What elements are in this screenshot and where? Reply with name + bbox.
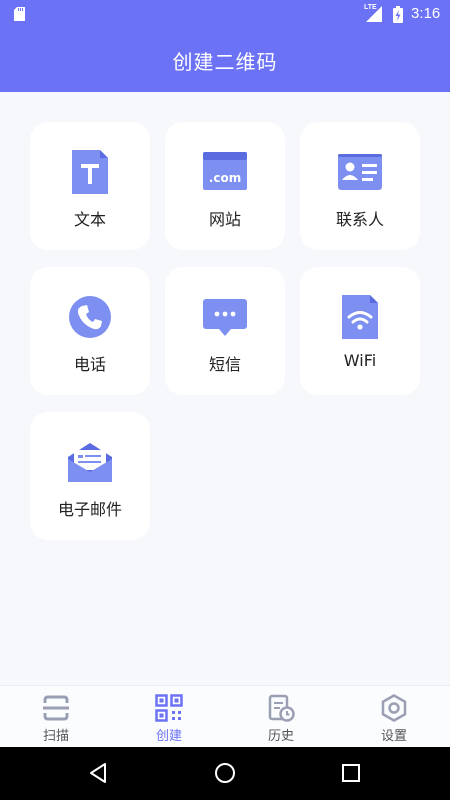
text-file-icon — [72, 150, 108, 194]
email-icon — [68, 443, 112, 482]
home-icon[interactable] — [213, 761, 237, 785]
website-icon-text: .com — [209, 171, 241, 185]
nav-settings[interactable]: 设置 — [338, 686, 450, 748]
website-icon: .com — [203, 152, 247, 190]
option-text[interactable]: 文本 — [30, 122, 150, 250]
option-label: 文本 — [73, 210, 106, 229]
option-label: 电话 — [73, 355, 106, 374]
nav-label: 扫描 — [42, 729, 69, 744]
option-phone[interactable]: 电话 — [30, 267, 150, 395]
contact-card-icon — [338, 154, 382, 190]
phone-icon — [69, 296, 111, 338]
sd-card-icon — [14, 7, 25, 21]
wifi-file-icon — [342, 295, 378, 339]
recent-apps-icon[interactable] — [339, 761, 363, 785]
nav-label: 设置 — [380, 729, 407, 744]
nav-label: 创建 — [155, 729, 182, 744]
option-label: 电子邮件 — [57, 500, 122, 519]
qr-code-icon — [155, 694, 183, 722]
back-icon[interactable] — [86, 761, 110, 785]
option-website[interactable]: .com 网站 — [165, 122, 285, 250]
history-icon — [268, 694, 295, 722]
nav-create[interactable]: 创建 — [113, 686, 225, 748]
option-sms[interactable]: 短信 — [165, 267, 285, 395]
system-navigation-bar — [0, 747, 450, 800]
clock: 3:16 — [411, 5, 441, 22]
option-wifi[interactable]: WiFi — [300, 267, 420, 395]
page-title: 创建二维码 — [172, 49, 278, 74]
option-label: 联系人 — [335, 210, 384, 229]
nav-history[interactable]: 历史 — [225, 686, 337, 748]
scan-icon — [43, 695, 69, 721]
option-label: WiFi — [343, 351, 377, 370]
battery-charging-icon — [393, 6, 403, 23]
settings-icon — [381, 694, 407, 722]
create-options-grid: 文本 .com 网站 联系人 电话 短信 WiFi 电子邮件 — [0, 92, 450, 685]
nav-scan[interactable]: 扫描 — [0, 686, 112, 748]
option-email[interactable]: 电子邮件 — [30, 412, 150, 540]
signal-icon — [366, 6, 382, 22]
option-label: 短信 — [208, 355, 241, 374]
option-label: 网站 — [208, 210, 241, 229]
app-bar: 创建二维码 — [0, 28, 450, 92]
nav-label: 历史 — [267, 729, 294, 744]
bottom-navigation: 扫描 创建 历史 设置 — [0, 685, 450, 747]
sms-icon — [203, 299, 247, 336]
option-contact[interactable]: 联系人 — [300, 122, 420, 250]
status-bar: LTE 3:16 — [0, 0, 450, 28]
